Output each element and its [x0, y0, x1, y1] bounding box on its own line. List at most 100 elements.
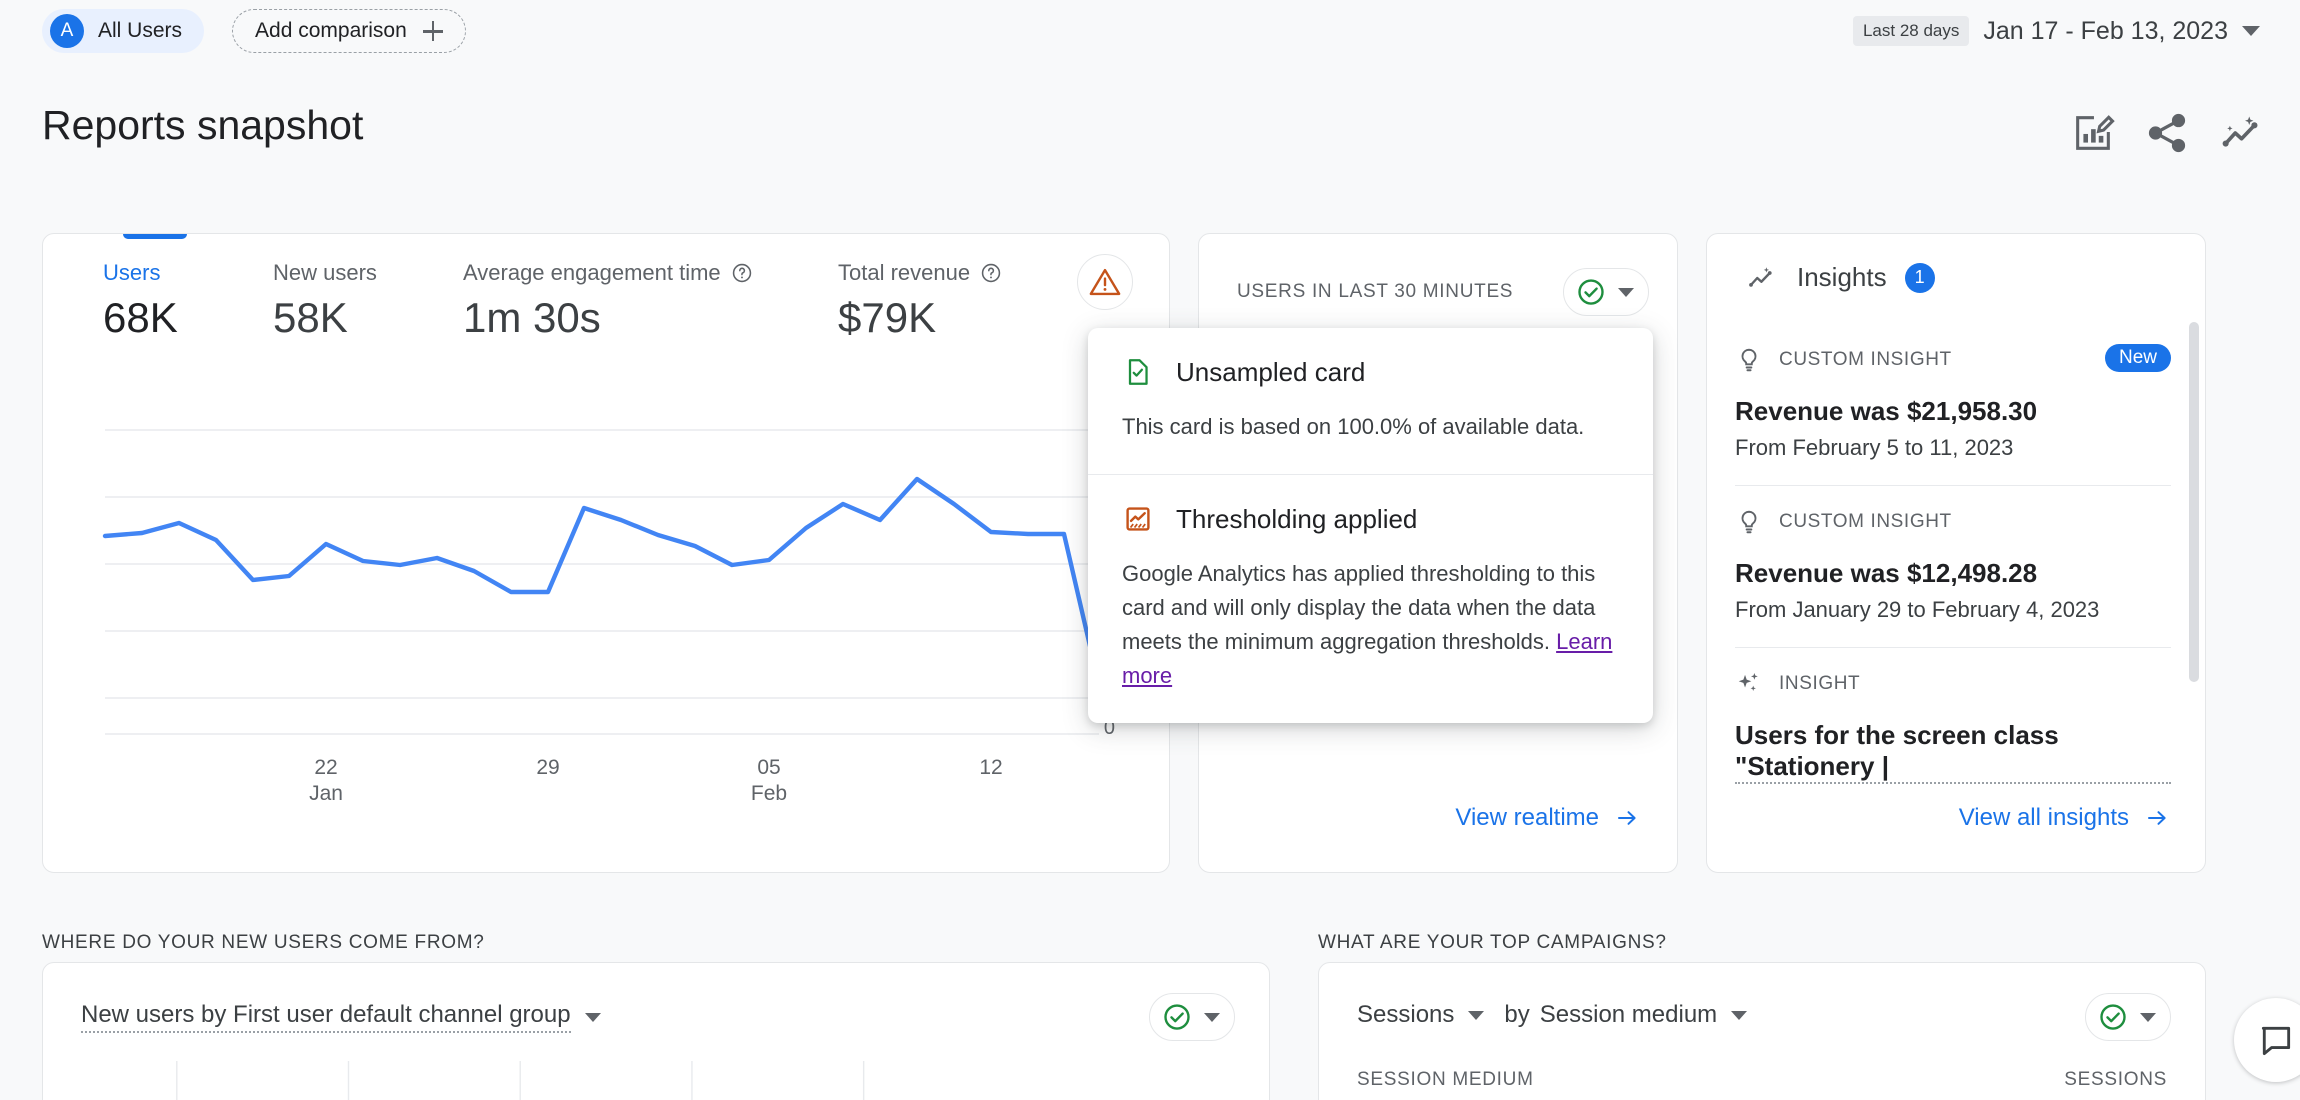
insights-count-badge: 1 [1905, 263, 1935, 293]
metric-value: 68K [103, 294, 178, 342]
popover-body: Google Analytics has applied thresholdin… [1122, 557, 1619, 693]
column-header-metric[interactable]: SESSIONS [2064, 1069, 2167, 1091]
svg-text:05: 05 [757, 756, 780, 779]
check-circle-icon [1162, 1002, 1192, 1032]
insight-kind-label: CUSTOM INSIGHT [1779, 349, 1952, 371]
chevron-down-icon[interactable] [2242, 26, 2260, 36]
view-all-insights-label: View all insights [1959, 804, 2129, 832]
metric-label: Average engagement time [463, 260, 753, 286]
campaigns-table-header: SESSION MEDIUM SESSIONS [1357, 1069, 2167, 1091]
insight-headline: Users for the screen class "Stationery | [1735, 720, 2171, 784]
metric-tab-users[interactable]: Users 68K [103, 260, 178, 342]
new-users-dimension-selector[interactable]: New users by First user default channel … [81, 1001, 601, 1033]
chevron-down-icon[interactable] [2140, 1013, 2156, 1022]
arrow-right-icon [2143, 806, 2171, 830]
chevron-down-icon[interactable] [1731, 1011, 1747, 1020]
realtime-data-status-button[interactable] [1563, 268, 1649, 316]
insight-kind-label: CUSTOM INSIGHT [1779, 511, 1952, 533]
view-realtime-link[interactable]: View realtime [1455, 804, 1641, 832]
insight-subtext: From February 5 to 11, 2023 [1735, 435, 2171, 461]
all-users-chip[interactable]: A All Users [42, 9, 204, 53]
check-circle-icon [1576, 277, 1606, 307]
popover-section-thresholding: Thresholding applied Google Analytics ha… [1088, 474, 1653, 723]
bar-chart-gridlines [43, 1061, 1269, 1100]
unsampled-doc-icon [1122, 356, 1154, 388]
svg-text:12: 12 [979, 756, 1002, 779]
insights-card: Insights 1 CUSTOM INSIGHT New Revenue wa… [1706, 233, 2206, 873]
share-icon[interactable] [2144, 110, 2190, 156]
campaigns-metric-selector[interactable]: Sessions [1357, 1001, 1454, 1029]
popover-body-text: Google Analytics has applied thresholdin… [1122, 561, 1595, 654]
sparkle-icon [1735, 670, 1763, 698]
thresholding-chart-icon [1122, 503, 1154, 535]
page-title: Reports snapshot [42, 102, 363, 149]
popover-section-unsampled: Unsampled card This card is based on 100… [1088, 328, 1653, 474]
data-quality-warning-button[interactable] [1077, 254, 1133, 310]
insight-kind-row: CUSTOM INSIGHT New [1735, 346, 2171, 374]
realtime-card-header: USERS IN LAST 30 MINUTES [1237, 264, 1649, 320]
column-header-dimension[interactable]: SESSION MEDIUM [1357, 1069, 1534, 1091]
metric-label: New users [273, 260, 377, 286]
date-range-label: Jan 17 - Feb 13, 2023 [1983, 17, 2228, 46]
insights-scrollbar[interactable] [2189, 322, 2199, 682]
insight-headline: Revenue was $21,958.30 [1735, 396, 2171, 427]
active-metric-indicator [123, 233, 187, 239]
customize-report-icon[interactable] [2070, 110, 2116, 156]
realtime-card-title: USERS IN LAST 30 MINUTES [1237, 281, 1513, 303]
avatar: A [50, 14, 84, 48]
metric-value: $79K [838, 294, 1002, 342]
help-icon[interactable] [731, 262, 753, 284]
chevron-down-icon[interactable] [585, 1013, 601, 1022]
lightbulb-icon [1735, 508, 1763, 536]
x-axis-tick-labels: 22Jan 29 05Feb 12 [309, 756, 1003, 805]
new-users-data-status-button[interactable] [1149, 993, 1235, 1041]
popover-title: Thresholding applied [1176, 504, 1417, 535]
line-chart-svg: 1K 0 22Jan 29 05Feb 12 [43, 394, 1170, 814]
section-label-new-users: WHERE DO YOUR NEW USERS COME FROM? [42, 932, 485, 954]
popover-section-header: Unsampled card [1122, 356, 1619, 388]
metric-tab-new-users[interactable]: New users 58K [273, 260, 377, 342]
metric-label-text: Users [103, 260, 160, 286]
insight-kind-row: INSIGHT [1735, 670, 2171, 698]
reports-snapshot-page: A All Users Add comparison Last 28 days … [0, 0, 2300, 1100]
add-comparison-button[interactable]: Add comparison [232, 9, 466, 53]
insights-list: CUSTOM INSIGHT New Revenue was $21,958.3… [1735, 324, 2171, 808]
section-label-campaigns: WHAT ARE YOUR TOP CAMPAIGNS? [1318, 932, 1667, 954]
chevron-down-icon[interactable] [1204, 1013, 1220, 1022]
chevron-down-icon[interactable] [1618, 288, 1634, 297]
insights-title: Insights [1797, 262, 1887, 293]
metric-tab-avg-engagement-time[interactable]: Average engagement time 1m 30s [463, 260, 753, 342]
metric-label: Users [103, 260, 178, 286]
list-item[interactable]: CUSTOM INSIGHT Revenue was $12,498.28 Fr… [1735, 486, 2171, 648]
campaigns-by-label: by [1504, 1001, 1529, 1029]
chart-series-users [105, 479, 1093, 659]
metric-tab-total-revenue[interactable]: Total revenue $79K [838, 260, 1002, 342]
help-icon[interactable] [980, 262, 1002, 284]
new-users-selector-label: New users by First user default channel … [81, 1001, 571, 1033]
data-quality-popover: Unsampled card This card is based on 100… [1088, 328, 1653, 723]
insight-kind-label: INSIGHT [1779, 673, 1860, 695]
svg-text:29: 29 [536, 756, 559, 779]
metric-label: Total revenue [838, 260, 1002, 286]
insights-icon[interactable] [2218, 110, 2264, 156]
insight-kind-row: CUSTOM INSIGHT [1735, 508, 2171, 536]
popover-section-header: Thresholding applied [1122, 503, 1619, 535]
all-users-label: All Users [98, 19, 182, 43]
metric-tabs: Users 68K New users 58K Average engageme… [43, 260, 1169, 370]
chevron-down-icon[interactable] [1468, 1011, 1484, 1020]
users-line-chart[interactable]: 1K 0 22Jan 29 05Feb 12 [43, 394, 1169, 814]
campaigns-data-status-button[interactable] [2085, 993, 2171, 1041]
list-item[interactable]: INSIGHT Users for the screen class "Stat… [1735, 648, 2171, 808]
view-all-insights-link[interactable]: View all insights [1959, 804, 2171, 832]
popover-body: This card is based on 100.0% of availabl… [1122, 410, 1619, 444]
list-item[interactable]: CUSTOM INSIGHT New Revenue was $21,958.3… [1735, 324, 2171, 486]
users-overview-card: Users 68K New users 58K Average engageme… [42, 233, 1170, 873]
send-feedback-button[interactable] [2234, 998, 2300, 1082]
lightbulb-icon [1735, 346, 1763, 374]
check-circle-icon [2098, 1002, 2128, 1032]
feedback-icon [2257, 1021, 2295, 1059]
campaigns-selectors: Sessions by Session medium [1357, 1001, 1747, 1029]
insight-headline: Revenue was $12,498.28 [1735, 558, 2171, 589]
campaigns-dimension-selector[interactable]: Session medium [1540, 1001, 1717, 1029]
date-range-picker[interactable]: Last 28 days Jan 17 - Feb 13, 2023 [1853, 0, 2260, 62]
